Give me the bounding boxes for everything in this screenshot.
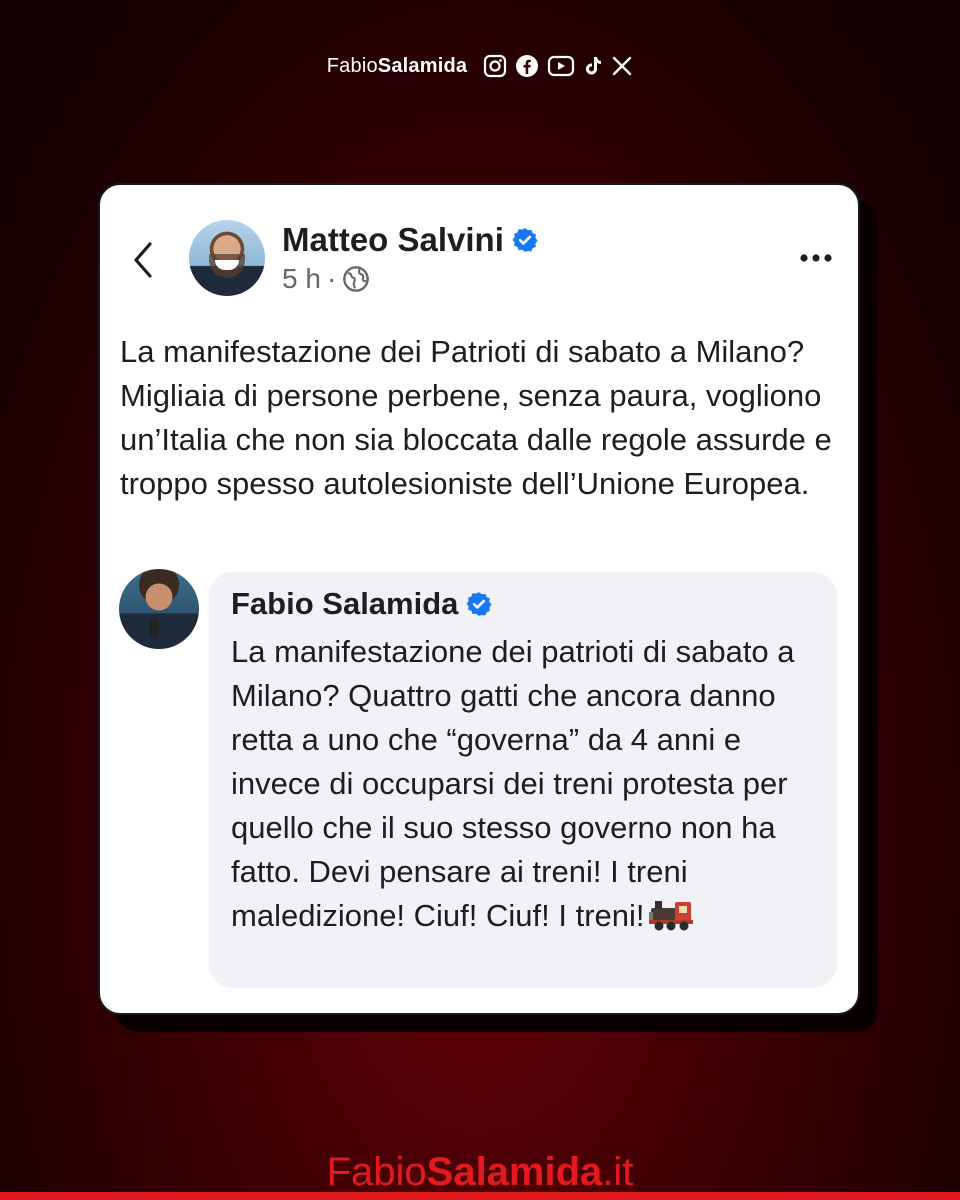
comment-author[interactable]: Fabio Salamida	[231, 586, 492, 622]
bottom-accent-line	[0, 1192, 960, 1200]
footer-part2: Salamida	[426, 1150, 603, 1194]
youtube-icon[interactable]	[547, 55, 575, 77]
footer-part3: .it	[602, 1150, 634, 1194]
post-author-name[interactable]: Matteo Salvini	[282, 221, 504, 259]
comment-text: La manifestazione dei patrioti di sabato…	[231, 630, 826, 938]
x-icon[interactable]	[611, 55, 633, 77]
back-arrow-icon[interactable]	[130, 240, 156, 280]
avatar[interactable]	[189, 220, 265, 296]
footer-brand[interactable]: FabioSalamida.it	[0, 1150, 960, 1194]
brand-first: Fabio	[326, 54, 378, 77]
comment-avatar[interactable]	[119, 569, 199, 649]
microphone	[149, 619, 159, 637]
brand-name: FabioSalamida	[327, 55, 467, 78]
instagram-icon[interactable]	[483, 54, 507, 78]
top-brand-bar: FabioSalamida	[0, 50, 960, 82]
comment-author-name[interactable]: Fabio Salamida	[231, 586, 458, 622]
tiktok-icon[interactable]	[583, 55, 603, 77]
facebook-icon[interactable]	[515, 54, 539, 78]
footer-part1: Fabio	[326, 1150, 427, 1194]
post-text: La manifestazione dei Patrioti di sabato…	[120, 334, 832, 501]
more-options-icon[interactable]	[798, 252, 834, 264]
globe-icon	[343, 266, 370, 292]
comment-bubble: Fabio Salamida La manifestazione dei pat…	[209, 572, 837, 988]
meta-separator: ·	[326, 263, 337, 294]
brand-last: Salamida	[377, 54, 468, 77]
train-icon	[648, 901, 693, 931]
verified-badge-icon	[466, 592, 492, 616]
comment-body: La manifestazione dei patrioti di sabato…	[231, 634, 795, 933]
post-time[interactable]: 5 h	[282, 263, 321, 295]
post-author[interactable]: Matteo Salvini	[282, 221, 538, 259]
post-meta: 5 h ·	[282, 263, 370, 295]
post-card: Matteo Salvini 5 h · La manifestazione d…	[98, 183, 860, 1015]
social-icons	[483, 54, 633, 78]
verified-badge-icon	[512, 228, 538, 252]
